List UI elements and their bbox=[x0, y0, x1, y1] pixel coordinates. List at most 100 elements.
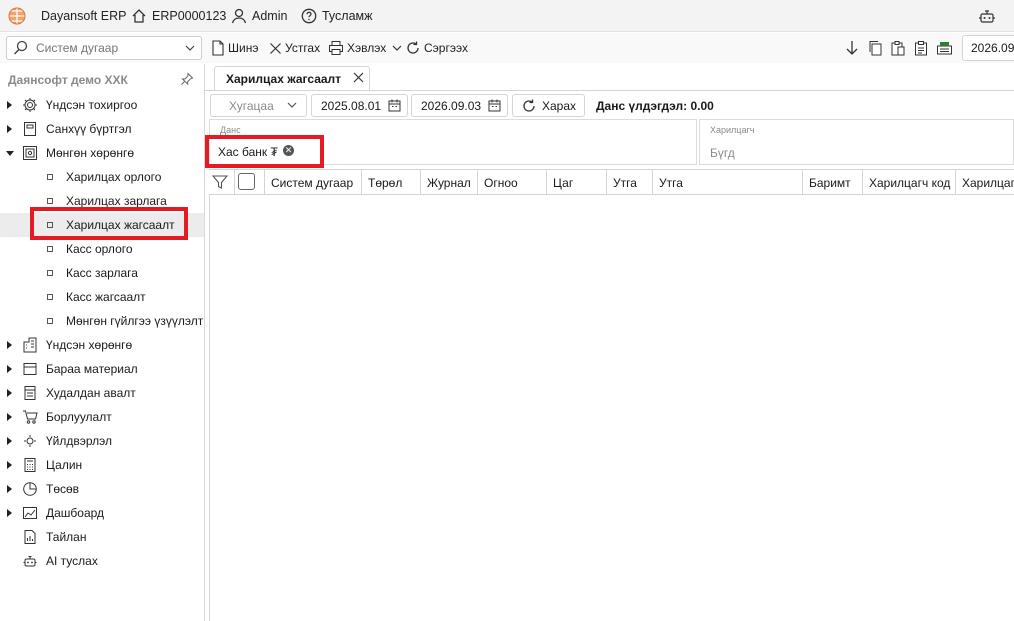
sidebar-item-dashboard[interactable]: Дашбоард bbox=[0, 501, 204, 525]
refresh-label: Сэргээх bbox=[424, 41, 468, 55]
box-icon bbox=[23, 363, 37, 375]
sidebar-item-label: Дашбоард bbox=[46, 506, 105, 520]
expand-arrow-icon[interactable] bbox=[7, 509, 12, 517]
partner-filter-panel[interactable]: Харилцагч bbox=[699, 119, 1014, 165]
assistant-robot-button[interactable] bbox=[978, 0, 1001, 32]
sidebar-item-finance-accounting[interactable]: Санхүү бүртгэл bbox=[0, 117, 204, 141]
expand-arrow-icon[interactable] bbox=[7, 437, 12, 445]
sidebar-item-label: Төсөв bbox=[46, 482, 80, 496]
company-name: Даянсофт демо ХХК bbox=[8, 73, 128, 87]
sidebar-item-ai-assistant[interactable]: AI туслах bbox=[0, 549, 204, 573]
bullet-icon bbox=[47, 318, 53, 324]
sidebar-item-label: Үндсэн тохиргоо bbox=[46, 98, 138, 112]
column-header[interactable]: Харилцагч код bbox=[863, 170, 956, 194]
database-selector[interactable]: ERP0000123 bbox=[131, 0, 226, 32]
account-balance: Данс үлдэгдэл: 0.00 bbox=[596, 99, 714, 113]
copy-button[interactable] bbox=[866, 38, 884, 58]
sidebar-item-fixed-assets[interactable]: Үндсэн хөрөнгө bbox=[0, 333, 204, 357]
sidebar-item-production[interactable]: Үйлдвэрлэл bbox=[0, 429, 204, 453]
highlight-box-sidebar bbox=[30, 207, 188, 240]
expand-arrow-icon[interactable] bbox=[7, 413, 12, 421]
sidebar-subitem-cash-list[interactable]: Касс жагсаалт bbox=[0, 285, 204, 309]
system-number-search[interactable] bbox=[6, 36, 202, 60]
column-header[interactable]: Төрөл bbox=[362, 170, 421, 194]
sidebar-item-payroll[interactable]: Цалин bbox=[0, 453, 204, 477]
sidebar-subitem-bank-income[interactable]: Харилцах орлого bbox=[0, 165, 204, 189]
help-button[interactable]: Тусламж bbox=[301, 0, 373, 32]
clipboard-list-icon bbox=[915, 41, 927, 56]
pin-icon[interactable] bbox=[180, 72, 194, 86]
sidebar-item-budget[interactable]: Төсөв bbox=[0, 477, 204, 501]
safe-icon bbox=[23, 146, 37, 160]
clipboard-icon bbox=[891, 41, 905, 56]
chevron-down-icon[interactable] bbox=[392, 44, 402, 52]
user-menu[interactable]: Admin bbox=[231, 0, 287, 32]
date-to-field[interactable]: 2026.09.03 bbox=[411, 94, 508, 117]
ledger-icon bbox=[24, 122, 36, 136]
sidebar-item-sales[interactable]: Борлуулалт bbox=[0, 405, 204, 429]
chevron-down-icon[interactable] bbox=[185, 44, 195, 52]
bullet-icon bbox=[47, 270, 53, 276]
tab-bank-list[interactable]: Харилцах жагсаалт bbox=[214, 66, 370, 91]
close-tab-icon[interactable] bbox=[352, 71, 365, 84]
refresh-button[interactable]: Сэргээх bbox=[405, 38, 468, 58]
date-from-field[interactable]: 2025.08.01 bbox=[311, 94, 408, 117]
sidebar-item-reports[interactable]: Тайлан bbox=[0, 525, 204, 549]
robot-icon bbox=[979, 10, 995, 23]
column-header[interactable]: Баримт bbox=[803, 170, 863, 194]
expand-arrow-icon[interactable] bbox=[7, 365, 12, 373]
sidebar-item-label: Борлуулалт bbox=[46, 410, 112, 424]
column-header[interactable]: Журнал bbox=[421, 170, 478, 194]
gear-icon bbox=[23, 98, 37, 112]
sidebar: Даянсофт демо ХХК Үндсэн тохиргоо Санхүү… bbox=[0, 64, 205, 621]
user-name: Admin bbox=[252, 9, 288, 23]
column-header[interactable]: Огноо bbox=[478, 170, 547, 194]
expand-arrow-icon[interactable] bbox=[7, 461, 12, 469]
filter-icon[interactable] bbox=[212, 174, 228, 190]
select-all-checkbox[interactable] bbox=[238, 173, 255, 190]
column-header[interactable]: Харилцагч bbox=[956, 170, 1014, 194]
expand-arrow-icon[interactable] bbox=[7, 389, 12, 397]
excel-export-button[interactable] bbox=[935, 38, 953, 58]
app-logo-icon bbox=[8, 0, 31, 32]
expand-arrow-icon[interactable] bbox=[7, 125, 12, 133]
sidebar-subitem-label: Харилцах зарлага bbox=[66, 194, 167, 208]
column-header[interactable]: Цаг bbox=[547, 170, 607, 194]
sidebar-subitem-cash-expense[interactable]: Касс зарлага bbox=[0, 261, 204, 285]
view-button[interactable]: Харах bbox=[512, 94, 585, 117]
arrow-down-icon bbox=[846, 41, 858, 55]
working-date-field[interactable]: 2026.09. bbox=[962, 35, 1014, 61]
sidebar-item-label: Мөнгөн хөрөнгө bbox=[46, 146, 135, 160]
download-button[interactable] bbox=[843, 38, 861, 58]
calendar-icon[interactable] bbox=[388, 99, 401, 112]
paste-special-button[interactable] bbox=[912, 38, 930, 58]
column-header[interactable]: Утга bbox=[653, 170, 803, 194]
sidebar-item-general-settings[interactable]: Үндсэн тохиргоо bbox=[0, 93, 204, 117]
expand-arrow-icon[interactable] bbox=[7, 101, 12, 109]
sidebar-item-purchasing[interactable]: Худалдан авалт bbox=[0, 381, 204, 405]
main-toolbar: Шинэ Устгах Хэвлэх Сэргээх 2026.09. bbox=[0, 33, 1014, 63]
column-header[interactable]: Систем дугаар bbox=[265, 170, 362, 194]
collapse-arrow-icon[interactable] bbox=[6, 151, 14, 156]
new-label: Шинэ bbox=[228, 41, 259, 55]
expand-arrow-icon[interactable] bbox=[7, 341, 12, 349]
sidebar-item-inventory[interactable]: Бараа материал bbox=[0, 357, 204, 381]
sidebar-item-cash-assets[interactable]: Мөнгөн хөрөнгө bbox=[0, 141, 204, 165]
column-header[interactable]: Утга bbox=[607, 170, 653, 194]
delete-button[interactable]: Устгах bbox=[269, 38, 320, 58]
search-icon bbox=[13, 40, 28, 55]
search-input[interactable] bbox=[36, 41, 176, 55]
paste-button[interactable] bbox=[889, 38, 907, 58]
view-label: Харах bbox=[542, 99, 577, 113]
sidebar-subitem-cash-flow-indicators[interactable]: Мөнгөн гүйлгээ үзүүлэлт bbox=[0, 309, 204, 333]
expand-arrow-icon[interactable] bbox=[7, 485, 12, 493]
calendar-icon[interactable] bbox=[488, 99, 501, 112]
sidebar-item-label: Цалин bbox=[46, 458, 83, 472]
new-button[interactable]: Шинэ bbox=[211, 38, 258, 58]
chevron-down-icon bbox=[287, 102, 297, 108]
tab-divider bbox=[205, 90, 1014, 91]
print-button[interactable]: Хэвлэх bbox=[328, 38, 405, 58]
period-select[interactable]: Хугацаа bbox=[210, 94, 307, 117]
sidebar-subitem-cash-income[interactable]: Касс орлого bbox=[0, 237, 204, 261]
date-to-value: 2026.09.03 bbox=[421, 99, 482, 113]
